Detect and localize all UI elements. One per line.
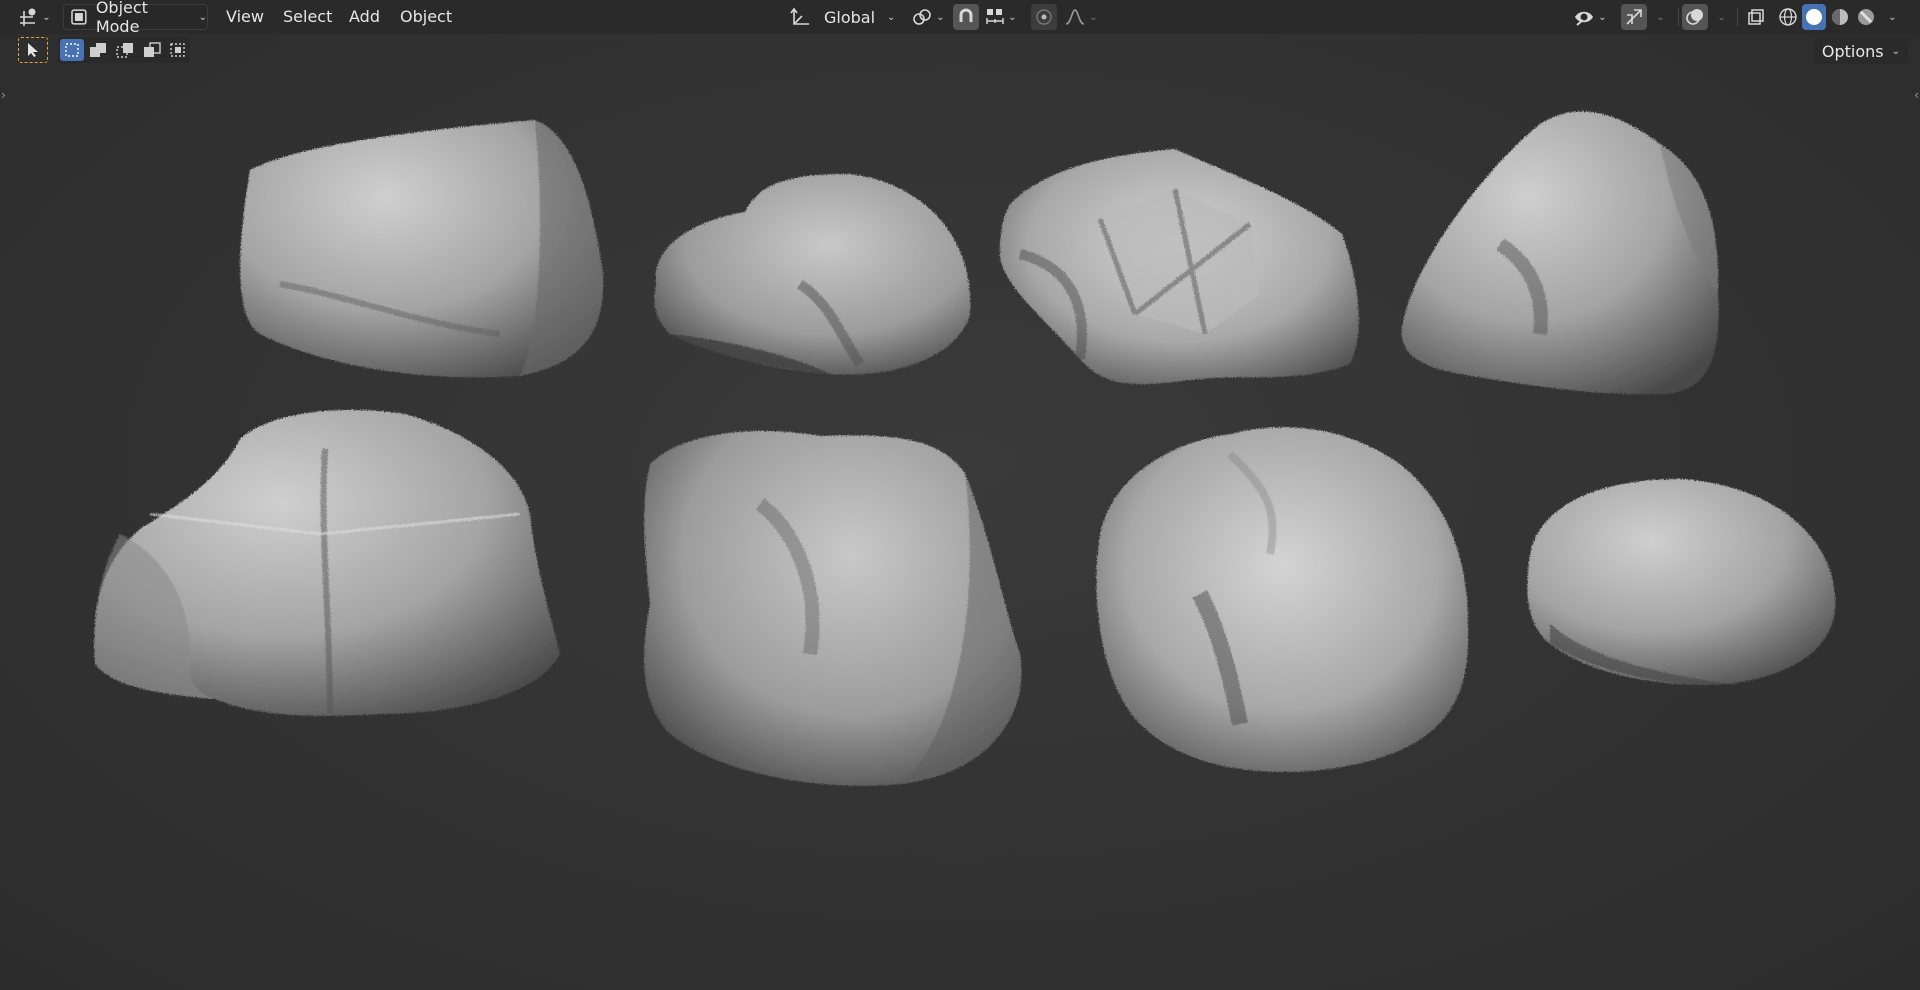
transform-orientation-dropdown[interactable]: Global ⌄ [790, 4, 898, 30]
shading-dropdown[interactable]: ⌄ [1880, 4, 1902, 30]
object-mode-icon [71, 9, 87, 25]
select-new-button[interactable] [60, 39, 84, 61]
rocks-scene [0, 34, 1920, 990]
menu-view[interactable]: View [226, 7, 264, 26]
rendered-sphere-icon [1858, 9, 1874, 25]
eye-icon [1575, 11, 1594, 26]
select-intersect-icon [170, 43, 185, 57]
solid-sphere-icon [1806, 9, 1822, 25]
select-intersect-button[interactable] [166, 39, 190, 61]
chevron-down-icon: ⌄ [1598, 11, 1607, 23]
options-dropdown[interactable]: Options ⌄ [1813, 38, 1908, 64]
chevron-down-icon: ⌄ [1891, 45, 1900, 57]
axis-gizmo-icon [20, 8, 36, 26]
object-mode-dropdown[interactable]: Object Mode ⌄ [63, 0, 208, 36]
magnet-icon [959, 8, 973, 22]
orientation-axes-icon [790, 7, 809, 25]
material-sphere-icon [1832, 9, 1848, 25]
toolbar-expand-arrow[interactable]: › [1, 88, 6, 102]
xray-toggle[interactable] [1743, 4, 1769, 30]
select-new-icon [65, 43, 79, 57]
sidebar-expand-arrow[interactable]: ‹ [1914, 88, 1919, 102]
cursor-arrow-icon [28, 43, 38, 57]
select-extend-icon [90, 43, 107, 57]
select-subtract-icon [116, 43, 133, 58]
chevron-down-icon: ⌄ [936, 11, 945, 23]
falloff-curve-icon [1066, 9, 1085, 25]
chevron-down-icon: ⌄ [1717, 11, 1726, 23]
chevron-down-icon: ⌄ [1008, 11, 1017, 23]
overlays-icon [1686, 9, 1703, 25]
select-extend-button[interactable] [87, 39, 111, 61]
select-invert-button[interactable] [140, 39, 164, 61]
proportional-falloff-dropdown[interactable]: ⌄ [1060, 4, 1102, 30]
pivot-point-dropdown[interactable]: ⌄ [908, 4, 948, 30]
select-subtract-button[interactable] [113, 39, 137, 61]
gizmo-toggle[interactable] [1621, 4, 1647, 30]
chevron-down-icon: ⌄ [42, 11, 51, 23]
menu-select[interactable]: Select [283, 7, 332, 26]
surface-grain [0, 34, 1920, 990]
selection-mode-group [58, 37, 190, 63]
object-mode-label: Object Mode [95, 0, 148, 36]
header-divider [1678, 8, 1679, 26]
menu-object[interactable]: Object [400, 7, 452, 26]
3d-viewport[interactable] [0, 34, 1920, 990]
editor-type-button[interactable]: ⌄ [14, 4, 54, 30]
chevron-down-icon: ⌄ [887, 11, 896, 23]
orientation-label: Global [824, 7, 876, 27]
chevron-down-icon: ⌄ [198, 11, 207, 23]
options-label: Options [1821, 41, 1884, 61]
pivot-link-icon [913, 9, 932, 25]
gizmo-dropdown[interactable]: ⌄ [1648, 4, 1670, 30]
chevron-down-icon: ⌄ [1089, 11, 1098, 23]
proportional-edit-icon [1036, 9, 1052, 25]
header-divider [1737, 8, 1738, 26]
snap-target-dropdown[interactable]: ⌄ [980, 4, 1022, 30]
shading-material-button[interactable] [1828, 4, 1852, 30]
shading-solid-button[interactable] [1802, 4, 1826, 30]
chevron-down-icon: ⌄ [1656, 11, 1665, 23]
overlays-toggle[interactable] [1682, 4, 1708, 30]
shading-wireframe-button[interactable] [1776, 4, 1800, 30]
shading-rendered-button[interactable] [1854, 4, 1878, 30]
gizmo-icon [1626, 9, 1642, 25]
visibility-dropdown[interactable]: ⌄ [1570, 4, 1610, 30]
viewport-header: ⌄ Object Mode ⌄ View Select Add Object G… [0, 0, 1920, 36]
snap-toggle[interactable] [953, 4, 979, 30]
xray-icon [1748, 9, 1764, 25]
wireframe-sphere-icon [1779, 8, 1797, 26]
overlays-dropdown[interactable]: ⌄ [1709, 4, 1731, 30]
select-invert-icon [143, 42, 161, 57]
proportional-editing-toggle[interactable] [1031, 4, 1057, 30]
snap-increment-icon [986, 9, 1004, 24]
select-tool-button[interactable] [18, 37, 48, 63]
menu-add[interactable]: Add [349, 7, 380, 26]
chevron-down-icon: ⌄ [1888, 11, 1897, 23]
